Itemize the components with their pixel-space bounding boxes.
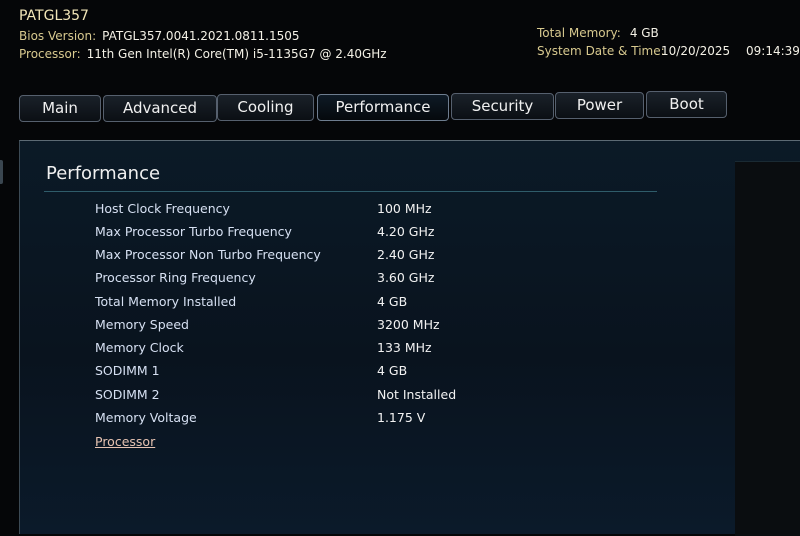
tab-main[interactable]: Main	[19, 95, 101, 122]
panel-title: Performance	[46, 163, 161, 184]
row-value: 2.40 GHz	[377, 247, 435, 262]
row-label: Processor Ring Frequency	[95, 270, 256, 285]
row-label: SODIMM 1	[95, 363, 160, 378]
row-value: 1.175 V	[377, 410, 426, 425]
total-memory-value: 4 GB	[629, 26, 659, 40]
bios-version-value: PATGL357.0041.2021.0811.1505	[102, 29, 300, 43]
bios-header: PATGL357 Bios Version: PATGL357.0041.2021…	[0, 0, 800, 88]
row-value: 4.20 GHz	[377, 224, 435, 239]
row-label: Memory Speed	[95, 317, 189, 332]
row-label: Max Processor Non Turbo Frequency	[95, 247, 321, 262]
help-pane	[735, 161, 800, 536]
processor-value: 11th Gen Intel(R) Core(TM) i5-1135G7 @ 2…	[86, 47, 387, 61]
row-value: 100 MHz	[377, 201, 432, 216]
tab-security[interactable]: Security	[451, 93, 554, 120]
bios-version: Bios Version: PATGL357.0041.2021.0811.150…	[19, 29, 300, 43]
row-label: SODIMM 2	[95, 387, 160, 402]
system-datetime-info: System Date & Time:	[537, 44, 665, 58]
system-date[interactable]: 10/20/2025	[661, 44, 730, 58]
model-name: PATGL357	[19, 8, 89, 24]
tab-power[interactable]: Power	[555, 92, 644, 119]
processor-submenu-link[interactable]: Processor	[95, 434, 155, 449]
scroll-indicator	[0, 160, 3, 184]
processor-info: Processor: 11th Gen Intel(R) Core(TM) i5-…	[19, 47, 387, 61]
row-value: Not Installed	[377, 387, 457, 402]
row-label: Total Memory Installed	[95, 294, 237, 309]
system-datetime-label: System Date & Time:	[537, 44, 665, 58]
row-label: Max Processor Turbo Frequency	[95, 224, 292, 239]
system-time[interactable]: 09:14:39	[746, 44, 800, 58]
tab-cooling[interactable]: Cooling	[217, 94, 314, 121]
title-divider	[44, 191, 657, 192]
tab-advanced[interactable]: Advanced	[103, 95, 217, 122]
row-label: Memory Clock	[95, 340, 184, 355]
system-date-value: 10/20/2025	[661, 44, 731, 58]
row-value: 3.60 GHz	[377, 270, 435, 285]
row-value: 3200 MHz	[377, 317, 440, 332]
processor-label: Processor:	[19, 47, 81, 61]
system-time-value: 09:14:39	[746, 44, 800, 58]
total-memory-label: Total Memory:	[537, 26, 621, 40]
bios-version-label: Bios Version:	[19, 29, 97, 43]
performance-panel: Performance Host Clock Frequency 100 MHz…	[19, 140, 800, 536]
row-value: 4 GB	[377, 294, 408, 309]
row-label: Memory Voltage	[95, 410, 197, 425]
row-value: 4 GB	[377, 363, 408, 378]
row-value: 133 MHz	[377, 340, 432, 355]
tab-boot[interactable]: Boot	[646, 91, 727, 118]
row-label: Host Clock Frequency	[95, 201, 230, 216]
total-memory-info: Total Memory: 4 GB	[537, 26, 659, 40]
tab-performance[interactable]: Performance	[317, 94, 449, 121]
